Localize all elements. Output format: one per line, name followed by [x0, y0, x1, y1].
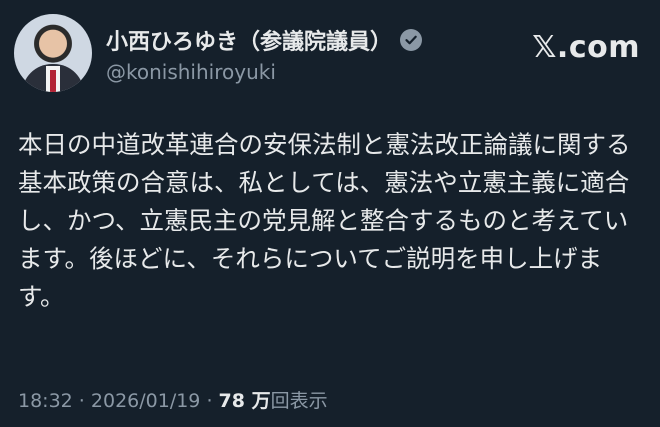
post-text: 本日の中道改革連合の安保法制と憲法改正論議に関する基本政策の合意は、私としては、… — [18, 130, 631, 311]
meta-separator: · — [200, 390, 219, 412]
post-time[interactable]: 18:32 — [18, 390, 73, 412]
avatar-tie — [50, 70, 56, 92]
post-meta: 18:32 · 2026/01/19 · 78 万回表示 — [18, 386, 328, 413]
views-label: 回表示 — [270, 390, 328, 412]
verified-badge-icon — [400, 29, 423, 51]
author-handle[interactable]: @konishihiroyuki — [106, 60, 276, 84]
author-name-row[interactable]: 小西ひろゆき（参議院議員） — [106, 24, 423, 56]
post-header: 小西ひろゆき（参議院議員） @konishihiroyuki 𝕏.com — [14, 14, 640, 94]
meta-separator: · — [72, 390, 91, 412]
x-logo: 𝕏.com — [532, 30, 640, 65]
views-count: 78 万 — [218, 390, 271, 412]
author-display-name[interactable]: 小西ひろゆき（参議院議員） — [106, 24, 392, 56]
author-avatar[interactable] — [14, 14, 92, 92]
post-date[interactable]: 2026/01/19 — [91, 390, 201, 412]
